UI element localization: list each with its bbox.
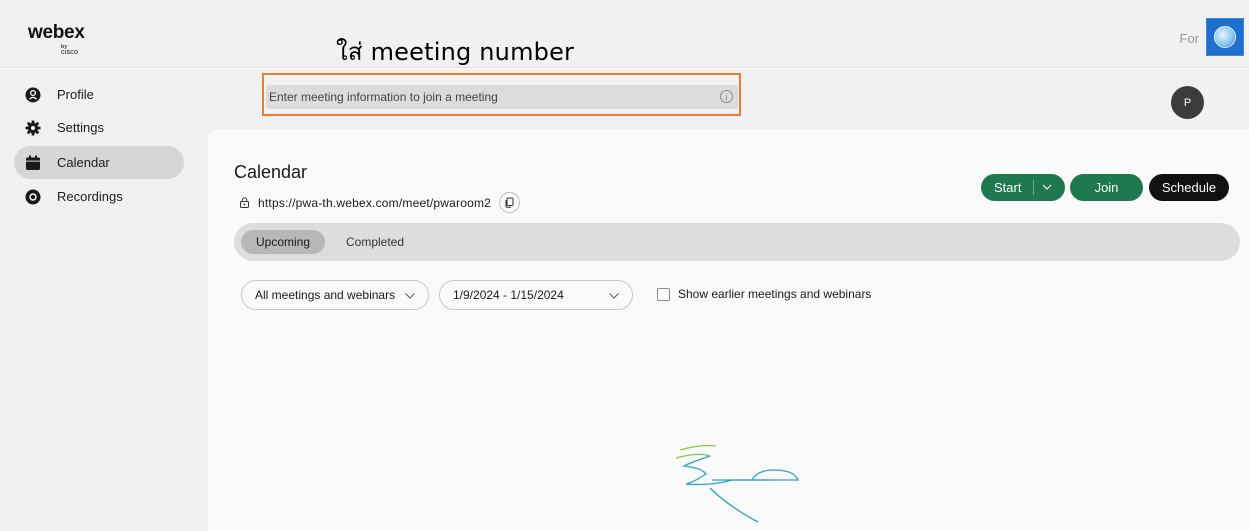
show-earlier-label: Show earlier meetings and webinars (678, 287, 872, 301)
sidebar-item-recordings[interactable]: Recordings (14, 180, 184, 213)
top-bar: webex by CISCO For (0, 0, 1249, 68)
start-meeting-button[interactable]: Start (981, 174, 1065, 201)
empty-state-illustration (675, 444, 799, 523)
meeting-type-dropdown[interactable]: All meetings and webinars (241, 280, 429, 310)
lock-icon (240, 197, 249, 208)
join-button[interactable]: Join (1070, 174, 1143, 201)
instruction-annotation: ใส่ meeting number (336, 38, 575, 66)
globe-icon (1214, 26, 1236, 48)
copy-icon (505, 197, 514, 208)
schedule-button[interactable]: Schedule (1149, 174, 1229, 201)
chevron-down-icon (405, 293, 415, 299)
sidebar-item-settings[interactable]: Settings (14, 111, 184, 144)
recordings-icon (25, 189, 41, 205)
user-avatar[interactable]: P (1171, 86, 1204, 119)
start-label: Start (994, 180, 1022, 195)
meeting-link[interactable]: https://pwa-th.webex.com/meet/pwaroom2 (258, 196, 491, 210)
sidebar-item-profile[interactable]: Profile (14, 78, 184, 111)
info-icon[interactable]: i (720, 90, 733, 103)
page-title: Calendar (234, 162, 308, 182)
webex-logo: webex by CISCO (28, 22, 85, 56)
sidebar-item-label: Settings (57, 120, 104, 135)
button-divider (1033, 180, 1034, 195)
for-label: For (1179, 31, 1200, 46)
meeting-type-value: All meetings and webinars (255, 288, 396, 302)
chevron-down-icon (609, 293, 619, 299)
date-range-value: 1/9/2024 - 1/15/2024 (453, 288, 564, 302)
gear-icon (25, 120, 41, 136)
tab-upcoming[interactable]: Upcoming (241, 230, 325, 254)
sidebar-item-label: Profile (57, 87, 94, 102)
join-meeting-input[interactable] (266, 85, 738, 109)
sidebar-item-label: Recordings (57, 189, 123, 204)
organization-logo[interactable] (1206, 18, 1244, 56)
sidebar-item-label: Calendar (57, 155, 110, 170)
calendar-icon (25, 155, 41, 171)
sidebar-item-calendar[interactable]: Calendar (14, 146, 184, 179)
copy-link-button[interactable] (499, 192, 521, 213)
show-earlier-checkbox[interactable] (657, 287, 670, 301)
brand-sub: by CISCO (61, 44, 79, 56)
show-earlier-option[interactable]: Show earlier meetings and webinars (657, 287, 871, 301)
meeting-link-row: https://pwa-th.webex.com/meet/pwaroom2 (239, 192, 521, 213)
profile-icon (25, 87, 41, 103)
brand-name: webex (28, 22, 85, 43)
chevron-down-icon[interactable] (1041, 182, 1053, 192)
date-range-dropdown[interactable]: 1/9/2024 - 1/15/2024 (439, 280, 633, 310)
tab-completed[interactable]: Completed (332, 230, 418, 254)
